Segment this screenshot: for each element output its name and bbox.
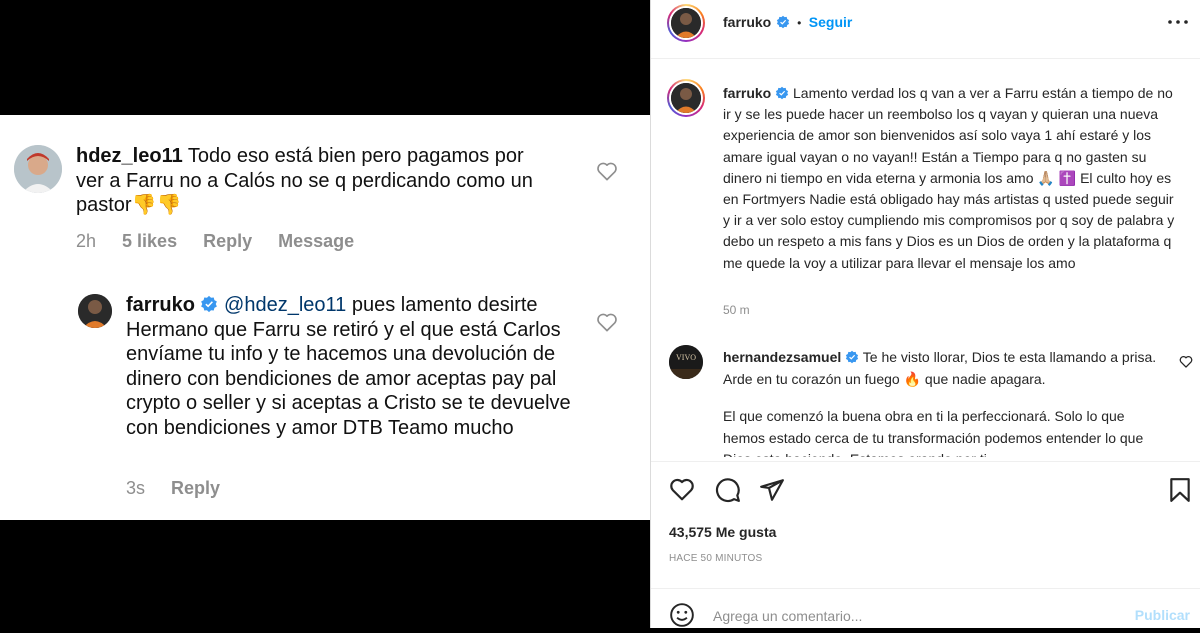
heart-icon[interactable] [669, 477, 695, 506]
verified-icon [776, 15, 789, 29]
comment2-meta: 3s Reply [126, 478, 246, 499]
follow-button[interactable]: Seguir [809, 14, 853, 30]
header-separator: • [797, 16, 802, 30]
comment2-time: 3s [126, 478, 146, 498]
comment-username[interactable]: hernandezsamuel [723, 349, 841, 365]
farruko-header-avatar[interactable] [667, 4, 705, 42]
comment-text-part2: que nadie apagara. [924, 370, 1046, 387]
comment-screenshot-card: hdez_leo11 Todo eso está bien pero pagam… [0, 115, 650, 520]
send-icon[interactable] [759, 477, 785, 508]
comment1-username[interactable]: hdez_leo11 [76, 145, 183, 167]
comment2-like-icon[interactable] [596, 312, 618, 337]
instagram-post-panel: farruko • Seguir farruko Lamento verdad … [650, 0, 1200, 628]
comment-paragraph2: El que comenzó la buena obra en ti la pe… [723, 408, 1144, 457]
bookmark-icon[interactable] [1169, 477, 1191, 508]
publish-button[interactable]: Publicar [1135, 607, 1190, 623]
comment-icon[interactable] [715, 477, 741, 508]
smiley-icon[interactable] [669, 602, 695, 633]
farruko-caption-avatar[interactable] [667, 79, 705, 117]
header-username[interactable]: farruko [723, 14, 771, 30]
post-caption: farruko Lamento verdad los q van a ver a… [723, 83, 1183, 274]
caption-emoji1: 🙏🏼 [1037, 169, 1055, 186]
comment1-time: 2h [76, 231, 97, 251]
verified-icon [201, 295, 218, 313]
hdez-leo11-avatar[interactable] [14, 145, 62, 193]
comment2-mention[interactable]: @hdez_leo11 [224, 294, 346, 316]
hernandezsamuel-avatar[interactable]: VIVO [669, 345, 703, 379]
verified-icon [846, 350, 859, 364]
comment1-message-button[interactable]: Message [278, 231, 354, 251]
comment2-username[interactable]: farruko [126, 294, 195, 316]
avatar-vivo-text: VIVO [676, 353, 696, 362]
likes-count[interactable]: 43,575 Me gusta [669, 524, 776, 540]
comment1-likes[interactable]: 5 likes [122, 231, 177, 251]
comment1-emoji: 👎👎 [131, 194, 182, 216]
comment-fire-emoji: 🔥 [903, 370, 922, 387]
comment2-reply-button[interactable]: Reply [171, 478, 220, 498]
post-time-ago: HACE 50 MINUTOS [669, 553, 763, 564]
comment1-reply-button[interactable]: Reply [203, 231, 252, 251]
verified-icon [776, 86, 789, 100]
farruko-avatar-left[interactable] [78, 294, 112, 328]
comment-screenshot: hdez_leo11 Todo eso está bien pero pagam… [0, 0, 650, 628]
caption-username[interactable]: farruko [723, 85, 771, 101]
caption-time[interactable]: 50 m [723, 303, 750, 317]
comment1-like-icon[interactable] [596, 161, 618, 186]
add-comment-input[interactable]: Agrega un comentario... [713, 608, 862, 624]
caption-emoji2: ✝️ [1058, 169, 1077, 186]
comment1-meta: 2h 5 likes Reply Message [76, 231, 380, 252]
more-horizontal-icon[interactable] [1166, 14, 1190, 35]
post-header: farruko • Seguir [723, 14, 852, 32]
comment-like-icon[interactable] [1179, 355, 1193, 373]
comment2-body: farruko @hdez_leo11 pues lamento desirte… [126, 293, 576, 440]
comment1-body: hdez_leo11 Todo eso está bien pero pagam… [76, 144, 556, 218]
hernandezsamuel-comment: hernandezsamuel Te he visto llorar, Dios… [723, 347, 1163, 457]
